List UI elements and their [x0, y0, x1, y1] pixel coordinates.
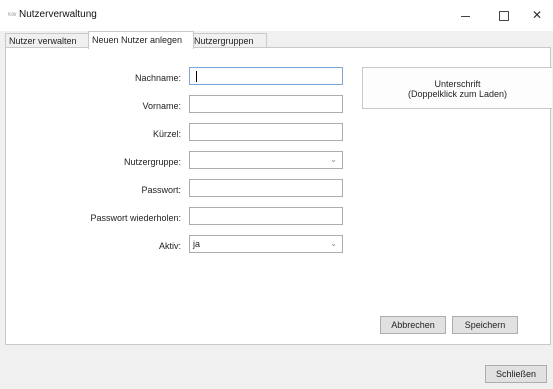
close-window-button[interactable]: ✕ — [520, 4, 553, 26]
passwort-input[interactable] — [189, 179, 343, 197]
tab-neuen-nutzer-anlegen[interactable]: Neuen Nutzer anlegen — [88, 31, 194, 49]
signature-title: Unterschrift — [434, 79, 481, 89]
minimize-icon — [461, 16, 470, 17]
vorname-input[interactable] — [189, 95, 343, 113]
title-bar: Kiltr Nutzerverwaltung ✕ — [0, 0, 553, 31]
text-caret — [196, 71, 197, 82]
tab-nutzer-verwalten[interactable]: Nutzer verwalten — [5, 33, 89, 48]
minimize-button[interactable] — [449, 4, 483, 26]
app-icon: Kiltr — [8, 12, 17, 18]
kuerzel-input[interactable] — [189, 123, 343, 141]
signature-area[interactable]: Unterschrift (Doppelklick zum Laden) — [362, 67, 552, 109]
user-management-window: Kiltr Nutzerverwaltung ✕ Nutzer verwalte… — [0, 0, 553, 389]
chevron-down-icon: ⌄ — [330, 239, 337, 248]
tab-nutzergruppen[interactable]: Nutzergruppen — [190, 33, 267, 48]
kuerzel-label: Kürzel: — [152, 129, 181, 139]
cancel-button[interactable]: Abbrechen — [380, 316, 446, 334]
aktiv-select[interactable]: ja ⌄ — [189, 235, 343, 253]
vorname-label: Vorname: — [142, 101, 181, 111]
aktiv-label: Aktiv: — [158, 241, 181, 251]
maximize-icon — [499, 11, 509, 21]
nutzergruppe-select[interactable]: ⌄ — [189, 151, 343, 169]
signature-hint: (Doppelklick zum Laden) — [407, 89, 508, 99]
passwort-wiederholen-label: Passwort wiederholen: — [90, 213, 181, 223]
aktiv-value: ja — [193, 239, 201, 249]
close-button[interactable]: Schließen — [485, 365, 547, 383]
window-title: Nutzerverwaltung — [19, 9, 97, 20]
nachname-input[interactable] — [189, 67, 343, 85]
nachname-label: Nachname: — [134, 73, 181, 83]
passwort-label: Passwort: — [141, 185, 181, 195]
new-user-panel: Nachname: Vorname: Kürzel: Nutzergruppe:… — [5, 47, 552, 345]
save-button[interactable]: Speichern — [452, 316, 518, 334]
chevron-down-icon: ⌄ — [330, 155, 337, 164]
maximize-button[interactable] — [487, 4, 521, 26]
close-icon: ✕ — [531, 8, 543, 22]
nutzergruppe-label: Nutzergruppe: — [123, 157, 181, 167]
passwort-wiederholen-input[interactable] — [189, 207, 343, 225]
